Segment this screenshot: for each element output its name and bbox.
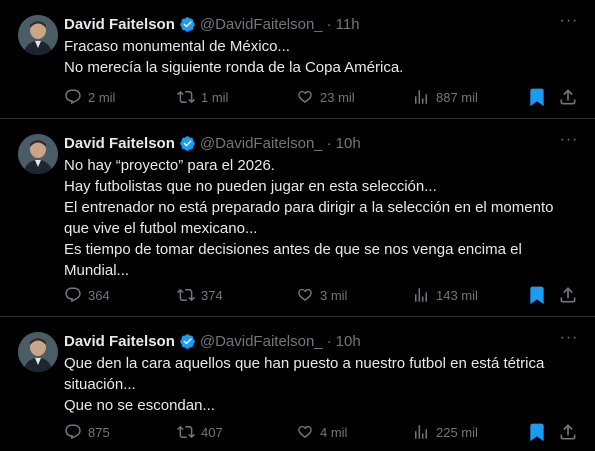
views-bar-chart-icon: [415, 288, 427, 302]
timestamp[interactable]: 10h: [336, 333, 361, 350]
avatar[interactable]: [18, 15, 58, 55]
views-button[interactable]: 887 mil: [412, 87, 478, 107]
tweet-header: David Faitelson @DavidFaitelson_ · 10h: [64, 331, 361, 351]
separator-dot: ·: [326, 134, 332, 152]
reply-button[interactable]: 364: [64, 285, 110, 305]
heart-icon: [298, 425, 312, 438]
separator-dot: ·: [326, 15, 332, 33]
reply-button[interactable]: 875: [64, 422, 110, 442]
like-button[interactable]: 3 mil: [296, 285, 347, 305]
reply-count: 364: [88, 287, 110, 303]
author-handle[interactable]: @DavidFaitelson_: [200, 333, 323, 350]
share-icon[interactable]: [558, 285, 578, 305]
tweet-text-line: Es tiempo de tomar decisiones antes de q…: [64, 241, 522, 258]
heart-icon: [298, 90, 312, 103]
retweet-button[interactable]: 407: [177, 422, 223, 442]
retweet-icon: [177, 90, 195, 104]
share-icon[interactable]: [558, 87, 578, 107]
views-button[interactable]: 143 mil: [412, 285, 478, 305]
tweet-text-line: Que no se escondan...: [64, 397, 215, 414]
like-count: 23 mil: [320, 89, 355, 105]
views-bar-chart-icon: [415, 425, 427, 439]
verified-badge-icon: [180, 16, 195, 32]
tweet-text-line: El entrenador no está preparado para dir…: [64, 199, 554, 216]
author-name[interactable]: David Faitelson: [64, 333, 175, 350]
share-icon[interactable]: [558, 422, 578, 442]
tweet-text-line: situación...: [64, 376, 136, 393]
retweet-count: 1 mil: [201, 89, 229, 105]
tweet-actions: 875 407 4 mil 225 mil: [64, 422, 584, 442]
author-handle[interactable]: @DavidFaitelson_: [200, 135, 323, 152]
reply-icon: [65, 89, 81, 105]
verified-badge-icon: [180, 135, 195, 151]
timeline-feed: David Faitelson @DavidFaitelson_ · 11h ·…: [0, 0, 595, 451]
author-name[interactable]: David Faitelson: [64, 16, 175, 33]
verified-badge-icon: [180, 333, 195, 349]
tweet-text: Que den la cara aquellos que han puesto …: [64, 353, 584, 416]
more-options-button[interactable]: ···: [557, 329, 581, 349]
bookmark-icon[interactable]: [527, 87, 547, 107]
views-button[interactable]: 225 mil: [412, 422, 478, 442]
author-handle[interactable]: @DavidFaitelson_: [200, 16, 323, 33]
reply-count: 2 mil: [88, 89, 116, 105]
tweet-header: David Faitelson @DavidFaitelson_ · 10h: [64, 133, 361, 153]
more-options-button[interactable]: ···: [557, 131, 581, 151]
retweet-icon: [177, 288, 195, 302]
avatar[interactable]: [18, 134, 58, 174]
reply-icon: [65, 424, 81, 440]
tweet-text-line: No merecía la siguiente ronda de la Copa…: [64, 59, 404, 76]
tweet[interactable]: David Faitelson @DavidFaitelson_ · 10h ·…: [0, 119, 595, 316]
tweet-text: No hay “proyecto” para el 2026. Hay futb…: [64, 155, 584, 281]
views-bar-chart-icon: [415, 90, 427, 104]
tweet-text: Fracaso monumental de México... No merec…: [64, 36, 584, 78]
tweet-header: David Faitelson @DavidFaitelson_ · 11h: [64, 14, 360, 34]
reply-button[interactable]: 2 mil: [64, 87, 115, 107]
retweet-count: 374: [201, 287, 223, 303]
tweet-text-line: No hay “proyecto” para el 2026.: [64, 157, 275, 174]
views-count: 143 mil: [436, 287, 478, 303]
tweet[interactable]: David Faitelson @DavidFaitelson_ · 11h ·…: [0, 0, 595, 117]
heart-icon: [298, 288, 312, 301]
tweet-text-line: Fracaso monumental de México...: [64, 38, 290, 55]
like-count: 3 mil: [320, 287, 348, 303]
avatar[interactable]: [18, 332, 58, 372]
tweet-text-line: Mundial...: [64, 262, 130, 279]
tweet[interactable]: David Faitelson @DavidFaitelson_ · 10h ·…: [0, 317, 595, 451]
author-name[interactable]: David Faitelson: [64, 135, 175, 152]
views-count: 887 mil: [436, 89, 478, 105]
tweet-text-line: que vive el futbol mexicano...: [64, 220, 258, 237]
tweet-text-line: Que den la cara aquellos que han puesto …: [64, 355, 545, 372]
bookmark-icon[interactable]: [527, 422, 547, 442]
retweet-button[interactable]: 374: [177, 285, 223, 305]
like-button[interactable]: 23 mil: [296, 87, 355, 107]
more-options-button[interactable]: ···: [557, 12, 581, 32]
tweet-text-line: Hay futbolistas que no pueden jugar en e…: [64, 178, 437, 195]
retweet-button[interactable]: 1 mil: [177, 87, 228, 107]
tweet-actions: 364 374 3 mil 143 mil: [64, 285, 584, 305]
like-button[interactable]: 4 mil: [296, 422, 347, 442]
timestamp[interactable]: 11h: [336, 16, 360, 33]
bookmark-icon[interactable]: [527, 285, 547, 305]
retweet-icon: [177, 425, 195, 439]
reply-count: 875: [88, 424, 110, 440]
separator-dot: ·: [326, 332, 332, 350]
tweet-actions: 2 mil 1 mil 23 mil 887 mil: [64, 87, 584, 107]
views-count: 225 mil: [436, 424, 478, 440]
timestamp[interactable]: 10h: [336, 135, 361, 152]
retweet-count: 407: [201, 424, 223, 440]
like-count: 4 mil: [320, 424, 348, 440]
reply-icon: [65, 287, 81, 303]
